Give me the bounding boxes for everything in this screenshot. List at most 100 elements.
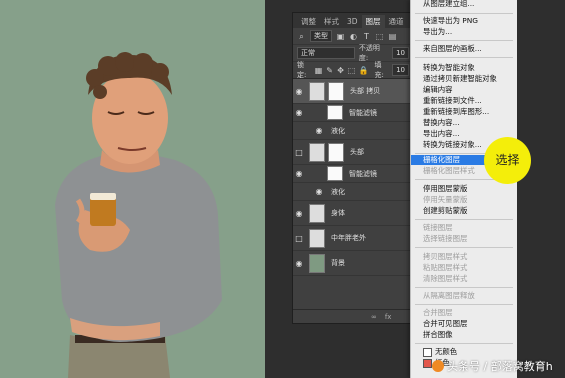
menu-item[interactable]: 快速导出为 PNG [411, 16, 517, 26]
layer-thumbnail [309, 228, 325, 248]
visibility-eye-icon[interactable]: ◉ [293, 169, 305, 178]
layer-row[interactable]: ◉ 头部 拷贝 [293, 79, 413, 104]
menu-item[interactable]: 重新链接到文件... [411, 96, 517, 106]
link-icon[interactable]: ∞ [371, 313, 377, 321]
fx-icon[interactable]: fx [385, 313, 392, 321]
menu-item: 链接图层 [423, 223, 453, 232]
visibility-eye-icon[interactable]: ◉ [293, 87, 305, 96]
visibility-eye-icon[interactable]: ◉ [293, 209, 305, 218]
layer-thumbnail [309, 142, 325, 162]
menu-item[interactable]: 重新链接到库图形... [411, 107, 517, 117]
panel-tabs: 调整 样式 3D 图层 通道 [293, 13, 413, 28]
shape-filter-icon[interactable]: ⬚ [375, 32, 384, 41]
menu-item[interactable]: 通过拷贝新建智能对象 [411, 74, 517, 84]
menu-item[interactable]: 拼合图像 [411, 330, 517, 340]
layers-panel: 调整 样式 3D 图层 通道 ⌕ 类型 ▣ ◐ T ⬚ ▤ 正常 不透明度: 1… [292, 12, 414, 324]
tab-styles[interactable]: 样式 [320, 15, 343, 28]
type-filter-icon[interactable]: T [362, 32, 371, 41]
layer-name[interactable]: 头部 拷贝 [350, 86, 380, 96]
lock-label: 锁定: [297, 61, 307, 79]
filter-mask-thumbnail [328, 142, 344, 162]
menu-item[interactable]: 导出为... [411, 27, 517, 37]
menu-item: 拷贝图层样式 [423, 252, 468, 261]
tab-adjustments[interactable]: 调整 [297, 15, 320, 28]
layer-row[interactable]: □ 中年胖老外 [293, 226, 413, 251]
layer-name[interactable]: 头部 [350, 147, 364, 157]
layer-row[interactable]: ◉ 智能滤镜 [293, 104, 413, 122]
watermark-text: 头条号 / 部落窝教育h [447, 360, 553, 373]
menu-item[interactable]: 来自图层的画板... [411, 44, 517, 54]
menu-item[interactable]: 替换内容... [411, 118, 517, 128]
select-callout: 选择 [484, 137, 531, 184]
layer-thumbnail [309, 203, 325, 223]
menu-item: 选择链接图层 [423, 234, 468, 243]
layer-name[interactable]: 液化 [331, 126, 345, 136]
toutiao-logo-icon [432, 360, 444, 372]
layer-row[interactable]: ◉ 液化 [293, 122, 413, 140]
layer-row[interactable]: ◉ 身体 [293, 201, 413, 226]
fill-label: 填充: [374, 61, 384, 79]
layer-thumbnail [309, 253, 325, 273]
panel-footer: ∞ fx [293, 309, 413, 323]
menu-item[interactable]: 合并可见图层 [411, 319, 517, 329]
red-swatch-icon [423, 358, 432, 368]
menu-item[interactable]: 转换为智能对象 [411, 63, 517, 73]
lock-all-icon[interactable]: 🔒 [359, 66, 369, 75]
layer-name[interactable]: 液化 [331, 187, 345, 197]
menu-separator [415, 40, 513, 41]
layer-name[interactable]: 背景 [331, 258, 345, 268]
menu-item[interactable]: 停用图层蒙版 [411, 184, 517, 194]
search-icon: ⌕ [299, 31, 304, 41]
menu-item[interactable]: 创建剪贴蒙版 [411, 206, 517, 216]
lock-paint-icon[interactable]: ✎ [326, 66, 334, 75]
image-filter-icon[interactable]: ▣ [336, 32, 345, 41]
menu-item: 合并图层 [423, 308, 453, 317]
tab-channels[interactable]: 通道 [385, 15, 408, 28]
menu-item[interactable]: 编辑内容 [411, 85, 517, 95]
smart-object-filter-icon[interactable]: ▤ [388, 32, 397, 41]
layer-name[interactable]: 中年胖老外 [331, 233, 366, 243]
tab-layers[interactable]: 图层 [361, 15, 385, 28]
lock-position-icon[interactable]: ✥ [337, 66, 345, 75]
menu-separator [415, 57, 513, 58]
visibility-eye-icon[interactable]: ◉ [313, 126, 325, 135]
menu-separator [415, 247, 513, 248]
no-color-swatch-icon [423, 347, 432, 357]
menu-separator [415, 287, 513, 288]
menu-separator [415, 304, 513, 305]
visibility-eye-icon[interactable]: □ [293, 234, 305, 243]
filter-kind-select[interactable]: 类型 [310, 30, 332, 42]
layer-filter-row: ⌕ 类型 ▣ ◐ T ⬚ ▤ [293, 28, 413, 45]
visibility-eye-icon[interactable]: □ [293, 148, 305, 157]
lock-artboard-icon[interactable]: ⬚ [348, 66, 356, 75]
menu-item-label: 无颜色 [435, 347, 458, 356]
tab-3d[interactable]: 3D [343, 15, 362, 28]
blend-mode-select[interactable]: 正常 [297, 47, 355, 59]
visibility-eye-icon[interactable]: ◉ [313, 187, 325, 196]
layer-name[interactable]: 身体 [331, 208, 345, 218]
lock-pixels-icon[interactable]: ▦ [315, 66, 323, 75]
context-menu: 从图层建立组... 快速导出为 PNG 导出为... 来自图层的画板... 转换… [410, 0, 517, 378]
visibility-eye-icon[interactable]: ◉ [293, 259, 305, 268]
menu-separator [415, 343, 513, 344]
layer-row[interactable]: ◉ 液化 [293, 183, 413, 201]
lock-row: 锁定: ▦ ✎ ✥ ⬚ 🔒 填充: 10 [293, 61, 413, 79]
adjustment-filter-icon[interactable]: ◐ [349, 32, 358, 41]
layer-row[interactable]: ◉ 背景 [293, 251, 413, 276]
menu-separator [415, 13, 513, 14]
visibility-eye-icon[interactable]: ◉ [293, 108, 305, 117]
no-color-menu-item[interactable]: 无颜色 [411, 347, 517, 357]
document-canvas[interactable] [0, 0, 265, 378]
layer-name[interactable]: 智能滤镜 [349, 108, 377, 118]
menu-item: 从隔离图层释放 [423, 291, 475, 300]
layer-row[interactable]: □ 头部 [293, 140, 413, 165]
menu-item: 粘贴图层样式 [423, 263, 468, 272]
menu-item[interactable]: 从图层建立组... [411, 0, 517, 9]
layer-row[interactable]: ◉ 智能滤镜 [293, 165, 413, 183]
fill-input[interactable]: 10 [392, 64, 410, 76]
layer-name[interactable]: 智能滤镜 [349, 169, 377, 179]
opacity-input[interactable]: 10 [392, 47, 409, 59]
filter-mask-thumbnail [327, 105, 343, 120]
menu-item: 清除图层样式 [423, 274, 468, 283]
menu-item: 停用矢量蒙版 [423, 195, 468, 204]
